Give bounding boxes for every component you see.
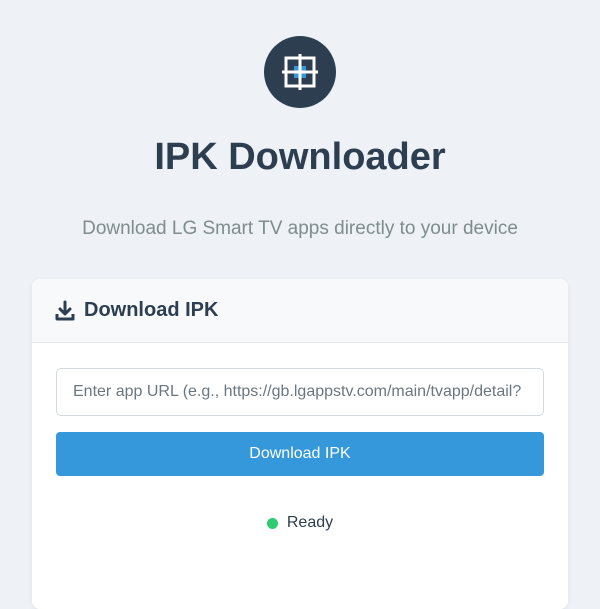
card-title: Download IPK <box>84 299 219 321</box>
download-ipk-button[interactable]: Download IPK <box>56 432 544 476</box>
status-dot-icon <box>266 517 278 529</box>
status-indicator: Ready <box>32 514 568 532</box>
download-card: Download IPK Download IPK Ready <box>32 279 568 609</box>
card-header: Download IPK <box>32 279 568 343</box>
page-subtitle: Download LG Smart TV apps directly to yo… <box>82 218 518 239</box>
grid-scan-icon <box>282 54 318 90</box>
app-url-input[interactable] <box>56 368 544 416</box>
page-title: IPK Downloader <box>154 136 446 178</box>
app-logo <box>264 36 336 108</box>
status-text: Ready <box>286 514 334 531</box>
download-icon <box>55 300 75 320</box>
